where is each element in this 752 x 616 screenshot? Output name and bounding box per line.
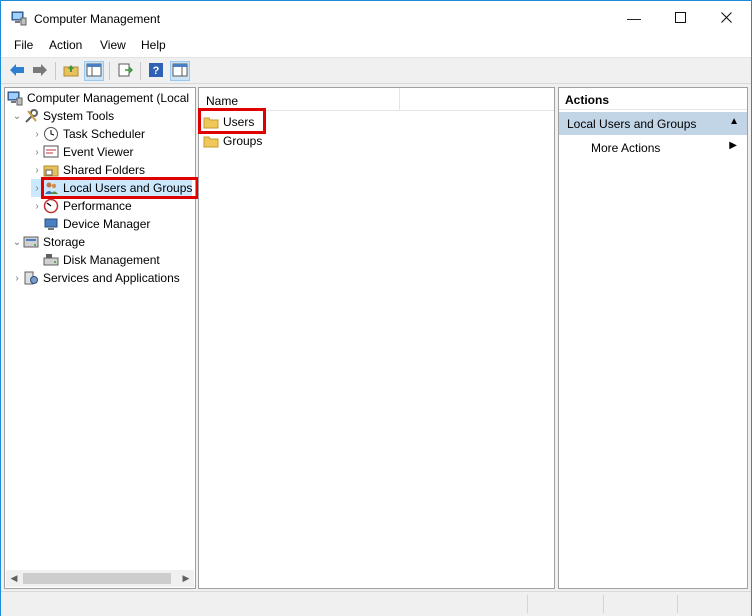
tree-item-label: Task Scheduler	[63, 127, 146, 141]
tree-item-event-viewer[interactable]: › Event Viewer	[31, 143, 133, 161]
computer-management-icon	[11, 10, 27, 26]
show-hide-console-tree-button[interactable]	[84, 61, 104, 81]
minimize-button[interactable]: —	[611, 1, 657, 35]
forward-icon	[32, 63, 48, 80]
menu-view[interactable]: View	[100, 38, 126, 52]
chevron-right-icon[interactable]: ›	[31, 125, 43, 143]
tree-item-services-and-applications[interactable]: › Services and Applications	[11, 269, 180, 287]
menu-help[interactable]: Help	[141, 38, 166, 52]
result-pane[interactable]: Name Users Groups	[198, 87, 555, 589]
toolbar: ?	[1, 57, 751, 84]
up-folder-button[interactable]	[61, 61, 81, 81]
computer-management-icon	[7, 90, 23, 106]
export-list-button[interactable]	[115, 61, 135, 81]
disk-management-icon	[43, 252, 59, 268]
tree-item-label: Performance	[63, 199, 132, 213]
tree-item-device-manager[interactable]: Device Manager	[43, 215, 150, 233]
scrollbar-thumb[interactable]	[23, 573, 171, 584]
maximize-icon	[674, 10, 686, 26]
tree-root-label: Computer Management (Local	[27, 91, 190, 105]
chevron-right-icon[interactable]: ›	[31, 197, 43, 215]
list-item-groups[interactable]: Groups	[203, 132, 262, 150]
forward-button[interactable]	[30, 61, 50, 81]
tree-item-root[interactable]: Computer Management (Local	[7, 89, 189, 107]
submenu-arrow-icon: ▶	[729, 140, 737, 151]
tree-item-label: Services and Applications	[43, 271, 180, 285]
tree-item-system-tools[interactable]: ⌄ System Tools	[11, 107, 114, 125]
chevron-right-icon[interactable]: ›	[31, 143, 43, 161]
collapse-up-icon[interactable]: ▲	[729, 116, 739, 127]
window-title: Computer Management	[34, 12, 161, 26]
chevron-down-icon[interactable]: ⌄	[11, 107, 23, 125]
menu-file[interactable]: File	[14, 38, 33, 52]
show-hide-action-pane-button[interactable]	[170, 61, 190, 81]
actions-pane: Actions Local Users and Groups ▲ More Ac…	[558, 87, 748, 589]
close-icon	[720, 10, 732, 26]
help-button[interactable]: ?	[146, 61, 166, 81]
actions-section-label: Local Users and Groups	[567, 117, 697, 131]
status-bar	[1, 591, 751, 616]
close-button[interactable]	[703, 1, 749, 35]
performance-icon	[43, 198, 59, 214]
tree-item-label: Storage	[43, 235, 86, 249]
actions-header: Actions	[559, 88, 747, 110]
chevron-down-icon[interactable]: ⌄	[11, 233, 23, 251]
tree-item-disk-management[interactable]: Disk Management	[43, 251, 160, 269]
scroll-left-icon[interactable]: ◀	[6, 570, 22, 587]
status-segment	[603, 595, 604, 613]
back-icon	[9, 63, 25, 80]
column-header-name[interactable]: Name	[206, 94, 238, 108]
show-hide-console-tree-icon	[86, 63, 102, 80]
chevron-right-icon[interactable]: ›	[11, 269, 23, 287]
menu-bar: File Action View Help	[1, 35, 751, 57]
event-viewer-icon	[43, 144, 59, 160]
selected-node-highlight	[41, 177, 199, 199]
services-icon	[23, 270, 39, 286]
toolbar-separator	[55, 62, 56, 80]
minimize-icon: —	[627, 10, 641, 26]
storage-icon	[23, 234, 39, 250]
more-actions-item[interactable]: More Actions	[591, 141, 660, 155]
status-segment	[677, 595, 678, 613]
tree-item-label: Shared Folders	[63, 163, 146, 177]
back-button[interactable]	[7, 61, 27, 81]
tree-item-label: Device Manager	[63, 217, 151, 231]
column-separator[interactable]	[399, 88, 400, 110]
toolbar-separator	[140, 62, 141, 80]
shared-folder-icon	[43, 162, 59, 178]
toolbar-separator	[109, 62, 110, 80]
menu-action[interactable]: Action	[49, 38, 82, 52]
tree-item-performance[interactable]: › Performance	[31, 197, 132, 215]
clock-icon	[43, 126, 59, 142]
status-segment	[527, 595, 528, 613]
tools-icon	[23, 108, 39, 124]
tree-horizontal-scrollbar[interactable]: ◀ ▶	[6, 570, 194, 587]
tree-item-label: System Tools	[43, 109, 115, 123]
up-folder-icon	[63, 63, 79, 80]
tree-item-task-scheduler[interactable]: › Task Scheduler	[31, 125, 145, 143]
export-list-icon	[117, 63, 134, 80]
title-bar: Computer Management —	[1, 1, 751, 35]
scroll-right-icon[interactable]: ▶	[178, 570, 194, 587]
help-icon: ?	[148, 62, 164, 81]
folder-icon	[203, 133, 219, 149]
actions-section-local-users-and-groups[interactable]: Local Users and Groups ▲	[559, 112, 747, 135]
device-manager-icon	[43, 216, 59, 232]
console-tree[interactable]: Computer Management (Local ⌄ System Tool…	[4, 87, 199, 589]
show-hide-action-pane-icon	[172, 63, 188, 80]
users-highlight	[198, 108, 266, 134]
tree-item-label: Disk Management	[63, 253, 160, 267]
svg-text:?: ?	[153, 65, 160, 77]
maximize-button[interactable]	[657, 1, 703, 35]
tree-item-label: Event Viewer	[63, 145, 134, 159]
list-item-label: Groups	[223, 134, 263, 148]
tree-item-storage[interactable]: ⌄ Storage	[11, 233, 85, 251]
computer-management-window: Computer Management — File Action View H…	[0, 0, 752, 616]
